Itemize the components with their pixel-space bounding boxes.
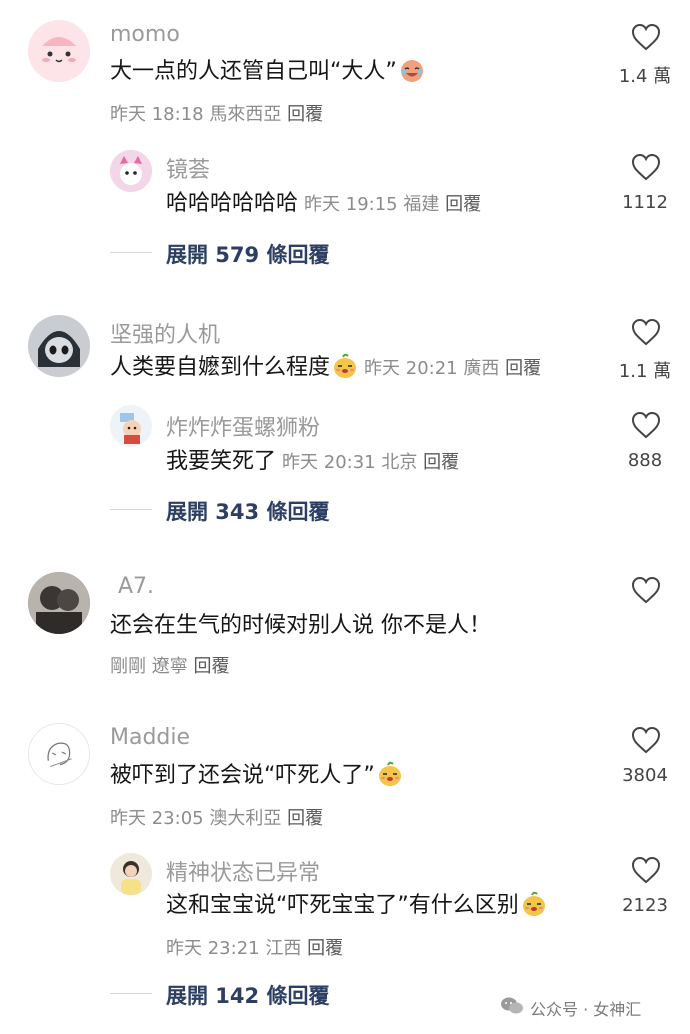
- reply-text: 哈哈哈哈哈哈 昨天 19:15 福建 回覆: [166, 188, 481, 221]
- expand-replies-button[interactable]: 展開 579 條回覆: [166, 239, 329, 269]
- reply-location: 江西: [265, 938, 302, 959]
- reply-body: 哈哈哈哈哈哈: [166, 191, 299, 216]
- reply-button[interactable]: 回覆: [287, 104, 323, 125]
- comment-location: 澳大利亞: [209, 808, 282, 829]
- comment-body: 被吓到了还会说“吓死人了”: [110, 763, 375, 788]
- reply-body: 我要笑死了: [166, 449, 277, 474]
- avatar[interactable]: [110, 150, 152, 192]
- divider: [110, 252, 152, 253]
- comment-time: 剛剛: [110, 656, 146, 677]
- reply-button[interactable]: 回覆: [423, 452, 459, 473]
- comment-text: 人类要自嬷到什么程度 昨天 20:21 廣西 回覆: [110, 352, 541, 385]
- comment-text: 还会在生气的时候对别人说 你不是人！: [110, 613, 491, 638]
- comment-location: 廣西: [463, 358, 500, 379]
- comment-text: 被吓到了还会说“吓死人了”: [110, 760, 403, 792]
- avatar-dark-doll-icon: [28, 315, 90, 377]
- smirk-pear-emoji-icon: [521, 891, 547, 917]
- like-heart-icon[interactable]: [630, 411, 662, 439]
- reply-time: 昨天 19:15: [304, 194, 398, 215]
- expand-replies-button[interactable]: 展開 142 條回覆: [166, 980, 329, 1010]
- comment-meta: 昨天 20:21 廣西 回覆: [364, 358, 541, 379]
- reply-meta: 昨天 20:31 北京 回覆: [282, 452, 459, 473]
- avatar[interactable]: [110, 853, 152, 895]
- avatar-sketch-icon: [29, 724, 89, 784]
- avatar[interactable]: [28, 723, 90, 785]
- avatar-photo-icon: [28, 572, 90, 634]
- like-heart-icon[interactable]: [630, 318, 662, 346]
- like-count: 1.1 萬: [618, 361, 672, 382]
- smirk-pear-emoji-icon: [377, 761, 403, 787]
- comment-time: 昨天 18:18: [110, 104, 204, 125]
- like-count: 1112: [622, 192, 668, 213]
- comment-username[interactable]: A7.: [118, 574, 154, 599]
- comment-location: 遼寧: [151, 656, 188, 677]
- reply-text: 我要笑死了 昨天 20:31 北京 回覆: [166, 446, 459, 479]
- watermark: 公众号 · 女神汇: [500, 996, 641, 1020]
- comment-text: 大一点的人还管自己叫“大人”: [110, 56, 425, 88]
- comment-time: 昨天 23:05: [110, 808, 204, 829]
- smirk-pear-emoji-icon: [332, 353, 358, 379]
- like-count: 888: [627, 450, 663, 471]
- avatar-cartoon-kid-icon: [110, 405, 152, 447]
- comment-username[interactable]: momo: [110, 22, 180, 47]
- reply-location: 北京: [381, 452, 418, 473]
- like-heart-icon[interactable]: [630, 23, 662, 51]
- reply-meta: 昨天 23:21 江西 回覆: [166, 934, 343, 960]
- like-heart-icon[interactable]: [630, 576, 662, 604]
- reply-button[interactable]: 回覆: [287, 808, 323, 829]
- avatar[interactable]: [110, 405, 152, 447]
- avatar[interactable]: [28, 20, 90, 82]
- like-count: 2123: [622, 895, 668, 916]
- wechat-icon: [500, 996, 524, 1016]
- reply-location: 福建: [403, 194, 440, 215]
- comment-meta: 昨天 18:18 馬來西亞 回覆: [110, 100, 323, 126]
- laugh-cry-emoji-icon: [399, 57, 425, 83]
- reply-time: 昨天 23:21: [166, 938, 260, 959]
- reply-button[interactable]: 回覆: [307, 938, 343, 959]
- reply-username[interactable]: 精神状态已异常: [166, 855, 320, 887]
- reply-meta: 昨天 19:15 福建 回覆: [304, 194, 481, 215]
- reply-time: 昨天 20:31: [282, 452, 376, 473]
- divider: [110, 509, 152, 510]
- like-heart-icon[interactable]: [630, 856, 662, 884]
- like-heart-icon[interactable]: [630, 726, 662, 754]
- reply-body: 这和宝宝说“吓死宝宝了”有什么区别: [166, 893, 519, 918]
- reply-username[interactable]: 镜荟: [166, 152, 210, 184]
- reply-text: 这和宝宝说“吓死宝宝了”有什么区别: [166, 890, 547, 922]
- divider: [110, 993, 152, 994]
- reply-button[interactable]: 回覆: [193, 656, 229, 677]
- comment-location: 馬來西亞: [209, 104, 282, 125]
- comment-meta: 剛剛 遼寧 回覆: [110, 652, 229, 678]
- like-count: 3804: [622, 765, 668, 786]
- watermark-text: 公众号 · 女神汇: [530, 1000, 642, 1019]
- comment-meta: 昨天 23:05 澳大利亞 回覆: [110, 804, 323, 830]
- like-heart-icon[interactable]: [630, 153, 662, 181]
- comment-body: 人类要自嬷到什么程度: [110, 355, 331, 380]
- avatar-pink-character-icon: [110, 150, 152, 192]
- comment-time: 昨天 20:21: [364, 358, 458, 379]
- avatar[interactable]: [28, 572, 90, 634]
- reply-button[interactable]: 回覆: [445, 194, 481, 215]
- reply-button[interactable]: 回覆: [505, 358, 541, 379]
- expand-replies-button[interactable]: 展開 343 條回覆: [166, 496, 329, 526]
- like-count: 1.4 萬: [618, 66, 672, 87]
- reply-username[interactable]: 炸炸炸蛋螺狮粉: [166, 410, 320, 442]
- avatar-photo-icon: [110, 853, 152, 895]
- avatar[interactable]: [28, 315, 90, 377]
- avatar-cartoon-icon: [28, 20, 90, 82]
- comment-username[interactable]: 坚强的人机: [110, 317, 220, 349]
- comment-username[interactable]: Maddie: [110, 725, 190, 750]
- comment-body: 大一点的人还管自己叫“大人”: [110, 59, 397, 84]
